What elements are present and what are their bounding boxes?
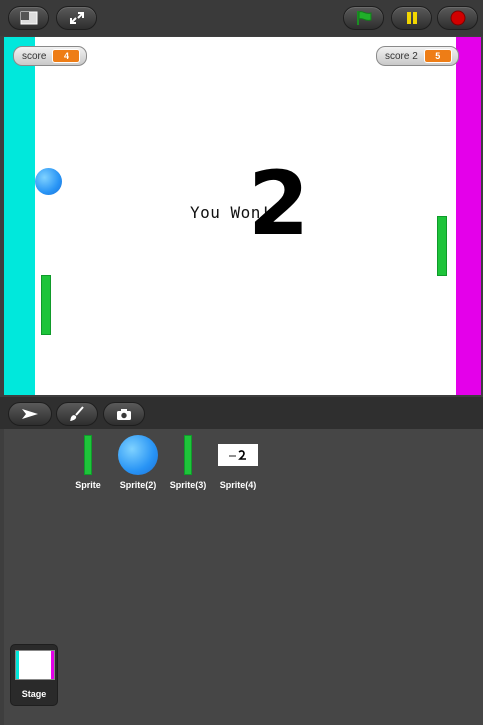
sprite-item-sprite[interactable]: Sprite [60,433,116,490]
stage-thumbnail [15,650,55,680]
sprite-label: Sprite(3) [169,480,207,490]
sprite-item-sprite4[interactable]: Sprite(4) [210,433,266,490]
stage-canvas[interactable]: score 4 score 2 5 You Won! 2 [4,37,481,395]
sprite-thumbnail [110,433,166,477]
green-flag-button[interactable] [343,6,384,30]
paintbrush-icon [70,406,84,421]
pause-button[interactable] [391,6,432,30]
pause-icon [406,12,417,24]
paint-sprite-button[interactable] [56,402,98,426]
small-stage-icon [20,11,37,25]
stage-label: Stage [21,689,47,699]
sprite-thumbnail [60,433,116,477]
small-stage-button[interactable] [8,6,49,30]
you-won-digit: 2 [248,152,310,255]
fullscreen-icon [69,12,84,24]
sprite-thumbnail [210,433,266,477]
select-sprite-button[interactable] [8,402,52,426]
ball-sprite[interactable] [35,168,62,195]
sprite-label: Sprite [75,480,101,490]
score-monitor-label: score [22,50,47,62]
score2-monitor-label: score 2 [385,50,418,62]
stop-button[interactable] [437,6,478,30]
left-paddle-sprite[interactable] [41,275,51,335]
right-wall [456,37,481,395]
score2-monitor-value: 5 [423,49,452,63]
camera-icon [117,409,131,420]
sprite-label: Sprite(2) [119,480,157,490]
you-won-thumbnail-icon [229,450,246,460]
stop-icon [450,10,465,26]
sprite-label: Sprite(4) [219,480,257,490]
stage-toolbar [0,0,483,36]
score2-monitor[interactable]: score 2 5 [376,46,459,66]
stage-thumbnail-item[interactable]: Stage [10,644,58,706]
green-flag-icon [356,11,371,25]
sprite-item-sprite2[interactable]: Sprite(2) [110,433,166,490]
you-won-sprite[interactable]: You Won! 2 [190,159,330,257]
arrow-icon [22,409,38,419]
left-wall [4,37,35,395]
right-paddle-sprite[interactable] [437,216,447,276]
sprite-list-pane: Sprite Sprite(2) Sprite(3) Sprite(4) Sta… [4,429,483,725]
sprite-thumbnail [160,433,216,477]
sprite-mode-bar [0,397,483,429]
score-monitor-value: 4 [52,49,81,63]
camera-sprite-button[interactable] [103,402,145,426]
sprite-item-sprite3[interactable]: Sprite(3) [160,433,216,490]
fullscreen-button[interactable] [56,6,97,30]
score-monitor[interactable]: score 4 [13,46,88,66]
